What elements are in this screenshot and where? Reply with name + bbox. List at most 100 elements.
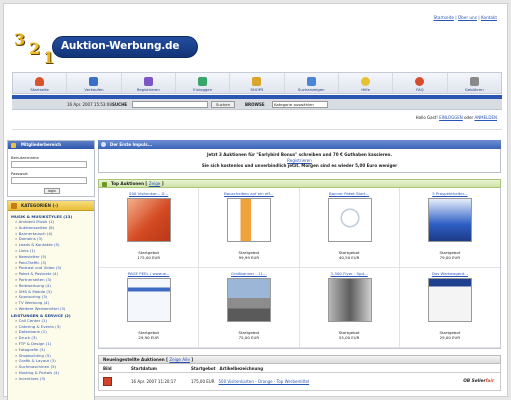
main-nav: Startseite Verkaufen Registrieren Einlog… [12, 72, 502, 94]
thumbnail-image [103, 377, 112, 386]
nav-label: Gebühren [464, 87, 484, 92]
row-title-link[interactable]: 500 Visitenkarten - Orange - Top Werbemi… [219, 373, 500, 390]
col-image: Bild [103, 366, 112, 371]
auction-card[interactable]: Bauscheiben auf ein eff... Startgebot 99,9… [199, 188, 300, 268]
login-link[interactable]: EINLOGGEN [439, 115, 463, 120]
login-button[interactable]: login [44, 188, 60, 194]
shop-icon [252, 77, 262, 86]
browse-label: BROWSE [245, 102, 265, 107]
new-auctions-show-all-link[interactable]: Zeige Alle [169, 357, 189, 362]
greeting-prefix: Hallo Gast! [415, 115, 438, 120]
auction-card[interactable]: Das Werbeagent... Startgebot 29,00 EUR [399, 268, 500, 348]
top-auctions-grid: 500 Visitenkar... D... Startgebot 175,00 E… [98, 188, 501, 349]
auction-price: 55,00 EUR [338, 335, 360, 340]
star-icon [102, 181, 107, 187]
table-row[interactable]: 16 Apr. 2007 11:20:17 175,00 EUR 500 Vis… [98, 373, 501, 391]
auction-title-link[interactable]: PAGE PEEL / www.w... [99, 271, 198, 276]
sidebar: Mitgliederbereich Benutzername Passwort … [7, 140, 95, 400]
category-item[interactable]: Weitere Werbemittel (3) [11, 306, 92, 312]
nav-item-shops[interactable]: SHOPS [230, 73, 285, 93]
auction-title-link[interactable]: Großbanner - 11... [199, 271, 298, 276]
search-label: SUCHE [112, 102, 128, 107]
nav-item-help[interactable]: Hilfe [339, 73, 394, 93]
auction-image[interactable] [127, 198, 171, 242]
auction-price: 99,99 EUR [238, 255, 260, 260]
greeting: Hallo Gast! EINLOGGEN oder ANMELDEN [416, 115, 497, 120]
col-startdate: Startdatum [131, 366, 157, 371]
top-links: Startseite | Über uns | Kontakt [433, 15, 497, 20]
auction-image[interactable] [327, 278, 372, 322]
top-auctions-header: Top Auktionen [ Zeige ] [98, 179, 501, 188]
nav-item-fees[interactable]: Gebühren [448, 73, 501, 93]
nav-label: Einloggen [193, 87, 213, 92]
top-auctions-show-link[interactable]: Zeige [149, 181, 161, 186]
search-input[interactable] [132, 101, 208, 108]
nav-item-login[interactable]: Einloggen [176, 73, 231, 93]
auction-card[interactable]: Banner Paket Start... Startgebot 40,50 EUR [299, 188, 400, 268]
nav-item-faq[interactable]: FAQ [393, 73, 448, 93]
top-link-about[interactable]: Über uns [458, 15, 477, 20]
nav-item-sell[interactable]: Verkaufen [67, 73, 122, 93]
badge-fair: fair [485, 379, 494, 384]
auction-price: 40,50 EUR [338, 255, 360, 260]
auction-card[interactable]: 3-300 Flyer - Spd... Startgebot 55,00 EUR [299, 268, 400, 348]
header-separator [12, 129, 502, 130]
username-input[interactable] [11, 161, 87, 168]
top-link-contact[interactable]: Kontakt [481, 15, 497, 20]
nav-label: Suchanzeigen [298, 87, 325, 92]
category-item[interactable]: Incentives (3) [11, 376, 92, 382]
logo-digit-3: 3 [14, 30, 26, 49]
auction-image[interactable] [227, 278, 272, 322]
auction-price: 29,00 EUR [439, 335, 461, 340]
auction-image[interactable] [427, 278, 472, 322]
auction-image[interactable] [327, 198, 372, 242]
top-link-home[interactable]: Startseite [434, 15, 454, 20]
badge-seller: Seller [471, 379, 486, 384]
badge-ob: OB [463, 379, 471, 384]
auction-image[interactable] [127, 278, 171, 322]
nav-item-home[interactable]: Startseite [13, 73, 68, 93]
password-input[interactable] [11, 177, 87, 184]
auction-card[interactable]: 5 Prospekthalter... Startgebot 79,00 EUR [399, 188, 500, 268]
register-link[interactable]: ANMELDEN [474, 115, 497, 120]
nav-item-register[interactable]: Registrieren [122, 73, 176, 93]
nav-item-search-ads[interactable]: Suchanzeigen [285, 73, 339, 93]
sell-icon [89, 77, 99, 86]
nav-label: Verkaufen [84, 87, 104, 92]
folder-icon [11, 203, 17, 209]
member-box: Mitgliederbereich Benutzername Passwort … [7, 140, 95, 197]
member-title: Mitgliederbereich [21, 142, 61, 147]
auction-card[interactable]: 500 Visitenkar... D... Startgebot 175,00 E… [99, 188, 200, 268]
fees-icon [469, 77, 479, 86]
search-button[interactable]: Suchen [211, 101, 235, 108]
top-auctions-title: Top Auktionen [111, 181, 144, 186]
nav-label: Startseite [30, 87, 49, 92]
search-bar: 16 Apr. 2007 15:53:08 SUCHE Suchen BROWS… [12, 99, 502, 110]
auction-title-link[interactable]: Banner Paket Start... [300, 191, 399, 196]
category-box: KATEGORIEN (-) MUSIK & MUSIKSTYLES (13)A… [7, 200, 95, 400]
row-thumbnail[interactable] [99, 373, 131, 390]
auction-title-link[interactable]: 5 Prospekthalter... [400, 191, 500, 196]
logo-text: Auktion-Werbung.de [61, 40, 180, 52]
auction-card[interactable]: PAGE PEEL / www.w... Startgebot 29,90 EUR [99, 268, 200, 348]
auction-title-link[interactable]: Das Werbeagent... [400, 271, 500, 276]
member-box-header: Mitgliederbereich [8, 141, 94, 149]
auction-title-link[interactable]: 500 Visitenkar... D... [99, 191, 198, 196]
new-auctions-title: Neueingestellte Auktionen [103, 357, 165, 362]
site-logo[interactable]: Auktion-Werbung.de 3 2 1 [12, 28, 198, 68]
nav-label: FAQ [416, 87, 424, 92]
promo-box: Jetzt 3 Auktionen für "Earlybird Bonus" … [98, 149, 501, 173]
auction-title-link[interactable]: 3-300 Flyer - Spd... [300, 271, 399, 276]
auction-card[interactable]: Großbanner - 11... Startgebot 75,00 EUR [199, 268, 300, 348]
logo-digit-1: 1 [43, 48, 55, 67]
promo-line-2: Sie sich kostenlos und unverbindlich jet… [201, 163, 398, 169]
login-form: Benutzername Passwort login [8, 149, 94, 196]
auction-title-link[interactable]: Bauscheiben auf ein eff... [199, 191, 298, 196]
intro-title: Der Erste Impuls... [110, 142, 153, 147]
category-select[interactable]: Kategorie auswählen [272, 101, 328, 108]
auction-image[interactable] [227, 198, 272, 242]
auction-image[interactable] [427, 198, 472, 242]
search-ads-icon [306, 77, 316, 86]
auction-price: 29,90 EUR [138, 335, 159, 340]
row-date: 16 Apr. 2007 11:20:17 [131, 379, 176, 384]
